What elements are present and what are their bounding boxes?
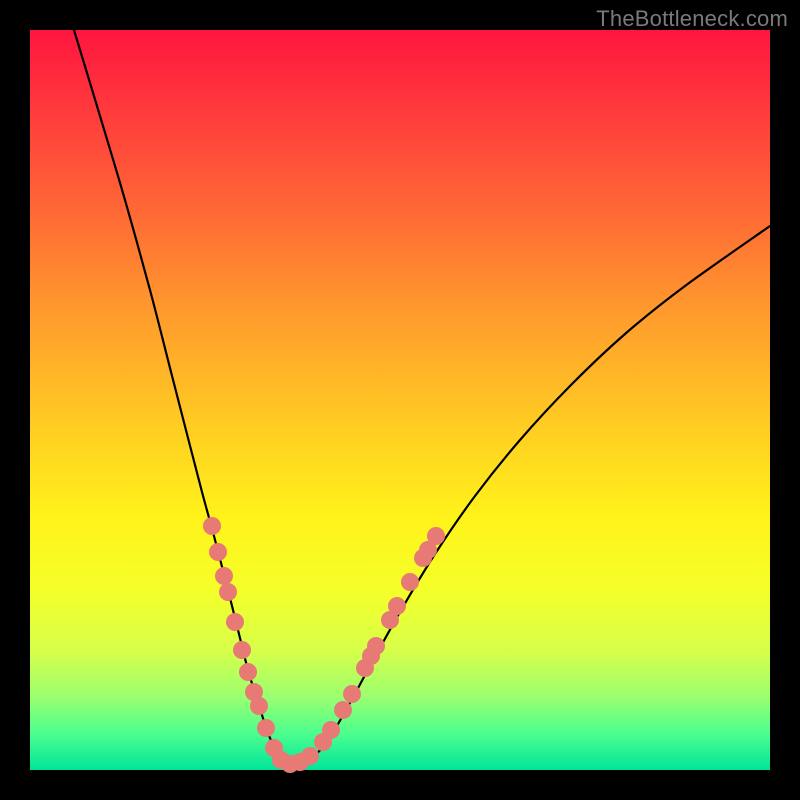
bottleneck-curve [74, 30, 770, 765]
marker-dot [401, 573, 419, 591]
marker-dot [233, 641, 251, 659]
marker-dots-group [203, 517, 445, 773]
marker-dot [239, 663, 257, 681]
marker-dot [209, 543, 227, 561]
marker-dot [427, 527, 445, 545]
marker-dot [322, 721, 340, 739]
curve-svg [30, 30, 770, 770]
marker-dot [203, 517, 221, 535]
marker-dot [215, 567, 233, 585]
marker-dot [250, 697, 268, 715]
watermark-text: TheBottleneck.com [596, 6, 788, 32]
marker-dot [367, 637, 385, 655]
plot-area [30, 30, 770, 770]
marker-dot [301, 747, 319, 765]
marker-dot [257, 719, 275, 737]
marker-dot [388, 597, 406, 615]
marker-dot [334, 701, 352, 719]
marker-dot [219, 583, 237, 601]
marker-dot [226, 613, 244, 631]
marker-dot [343, 685, 361, 703]
